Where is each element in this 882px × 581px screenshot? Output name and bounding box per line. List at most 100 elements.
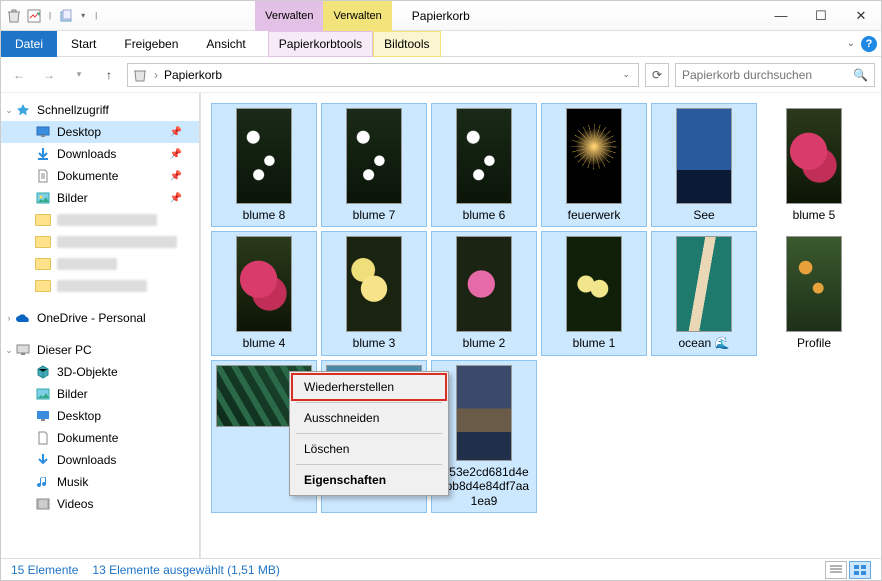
ribbon-context-tab-picture[interactable]: Verwalten [323, 1, 391, 31]
tree-pc-pictures[interactable]: Bilder [1, 383, 200, 405]
ribbon-tab-file[interactable]: Datei [1, 31, 57, 57]
refresh-button[interactable]: ⟳ [645, 63, 669, 87]
pin-icon[interactable]: 📌 [170, 127, 182, 138]
window-title: Papierkorb [392, 9, 470, 23]
nav-up-button[interactable]: ↑ [97, 63, 121, 87]
search-input[interactable] [682, 68, 853, 82]
file-item[interactable]: blume 8 [211, 103, 317, 227]
properties-qat-icon[interactable] [25, 7, 43, 25]
tree-item-redacted[interactable] [1, 253, 200, 275]
file-item[interactable]: blume 6 [431, 103, 537, 227]
ctx-properties[interactable]: Eigenschaften [292, 467, 446, 493]
pin-icon[interactable]: 📌 [170, 171, 182, 182]
navigation-pane[interactable]: ⌄ Schnellzugriff Desktop 📌 Downloads 📌 D… [1, 93, 201, 558]
pin-icon[interactable]: 📌 [170, 149, 182, 160]
file-item[interactable]: blume 5 [761, 103, 867, 227]
downloads-icon [35, 452, 51, 468]
minimize-button[interactable]: — [761, 1, 801, 31]
restore-all-qat-icon[interactable] [57, 7, 75, 25]
nav-recent-dropdown[interactable]: ▾ [67, 63, 91, 87]
ribbon-subtab-recycle-tools[interactable]: Papierkorbtools [268, 31, 373, 57]
thumbnail [456, 365, 512, 461]
menu-item-label: Wiederherstellen [304, 380, 394, 394]
tree-onedrive[interactable]: › OneDrive - Personal [1, 307, 200, 329]
breadcrumb-location[interactable]: Papierkorb [164, 68, 222, 82]
tree-documents[interactable]: Dokumente 📌 [1, 165, 200, 187]
ribbon-tab-share[interactable]: Freigeben [110, 31, 192, 57]
file-label: blume 5 [793, 208, 836, 222]
ctx-tab-label: Verwalten [265, 10, 313, 22]
file-item[interactable]: ocean 🌊 [651, 231, 757, 355]
breadcrumb-sep-icon[interactable]: › [152, 68, 160, 82]
tree-label: OneDrive - Personal [37, 311, 146, 325]
address-input[interactable]: › Papierkorb ⌄ [127, 63, 639, 87]
ribbon-collapse-icon[interactable]: ⌄ [847, 38, 855, 49]
file-item[interactable]: blume 1 [541, 231, 647, 355]
pictures-icon [35, 190, 51, 206]
file-item[interactable]: feuerwerk [541, 103, 647, 227]
nav-back-button[interactable]: ← [7, 63, 31, 87]
tree-item-redacted[interactable] [1, 275, 200, 297]
pin-icon[interactable]: 📌 [170, 193, 182, 204]
help-icon[interactable]: ? [861, 36, 877, 52]
file-label: blume 8 [243, 208, 286, 222]
file-item[interactable]: blume 7 [321, 103, 427, 227]
close-button[interactable]: ✕ [841, 1, 881, 31]
qat-divider: | [91, 11, 101, 20]
file-item[interactable]: See [651, 103, 757, 227]
ribbon-subtab-picture-tools[interactable]: Bildtools [373, 31, 440, 57]
tree-quick-access[interactable]: ⌄ Schnellzugriff [1, 99, 200, 121]
ribbon-tab-start[interactable]: Start [57, 31, 110, 57]
file-item[interactable]: blume 3 [321, 231, 427, 355]
desktop-icon [35, 124, 51, 140]
recycle-bin-icon[interactable] [5, 7, 23, 25]
quick-access-icon [15, 102, 31, 118]
menu-item-label: Eigenschaften [304, 473, 386, 487]
ribbon-tab-view[interactable]: Ansicht [192, 31, 259, 57]
tree-pc-downloads[interactable]: Downloads [1, 449, 200, 471]
tree-downloads[interactable]: Downloads 📌 [1, 143, 200, 165]
menu-separator [296, 464, 442, 465]
file-label: blume 7 [353, 208, 396, 222]
view-large-icons-button[interactable] [849, 561, 871, 579]
menu-item-label: Ausschneiden [304, 411, 379, 425]
ctx-cut[interactable]: Ausschneiden [292, 405, 446, 431]
tree-item-redacted[interactable] [1, 209, 200, 231]
videos-icon [35, 496, 51, 512]
search-icon[interactable]: 🔍 [853, 68, 868, 82]
expand-icon[interactable]: ⌄ [3, 345, 15, 356]
search-box[interactable]: 🔍 [675, 63, 875, 87]
tree-pc-videos[interactable]: Videos [1, 493, 200, 515]
maximize-button[interactable]: ☐ [801, 1, 841, 31]
ctx-delete[interactable]: Löschen [292, 436, 446, 462]
thumbnail [786, 236, 842, 332]
file-label: blume 3 [353, 336, 396, 350]
ctx-restore[interactable]: Wiederherstellen [292, 374, 446, 400]
tree-pc-documents[interactable]: Dokumente [1, 427, 200, 449]
tree-this-pc[interactable]: ⌄ Dieser PC [1, 339, 200, 361]
downloads-icon [35, 146, 51, 162]
tree-3d-objects[interactable]: 3D-Objekte [1, 361, 200, 383]
expand-icon[interactable]: › [3, 313, 15, 323]
tree-pc-desktop[interactable]: Desktop [1, 405, 200, 427]
tree-pictures[interactable]: Bilder 📌 [1, 187, 200, 209]
ribbon-context-tab-recycle[interactable]: Verwalten [255, 1, 323, 31]
address-dropdown-icon[interactable]: ⌄ [618, 69, 634, 80]
tree-label: Schnellzugriff [37, 103, 109, 117]
expand-icon[interactable]: ⌄ [3, 105, 15, 116]
view-details-button[interactable] [825, 561, 847, 579]
tab-label: Bildtools [384, 37, 429, 51]
file-label: blume 4 [243, 336, 286, 350]
nav-forward-button[interactable]: → [37, 63, 61, 87]
thumbnail [346, 108, 402, 204]
file-item[interactable]: blume 4 [211, 231, 317, 355]
tree-desktop[interactable]: Desktop 📌 [1, 121, 200, 143]
tree-label: Dieser PC [37, 343, 92, 357]
tree-item-redacted[interactable] [1, 231, 200, 253]
qat-dropdown-icon[interactable]: ▾ [77, 11, 89, 20]
file-label: blume 2 [463, 336, 506, 350]
file-label: blume 1 [573, 336, 616, 350]
tree-pc-music[interactable]: Musik [1, 471, 200, 493]
file-item[interactable]: blume 2 [431, 231, 537, 355]
file-item[interactable]: Profile [761, 231, 867, 355]
